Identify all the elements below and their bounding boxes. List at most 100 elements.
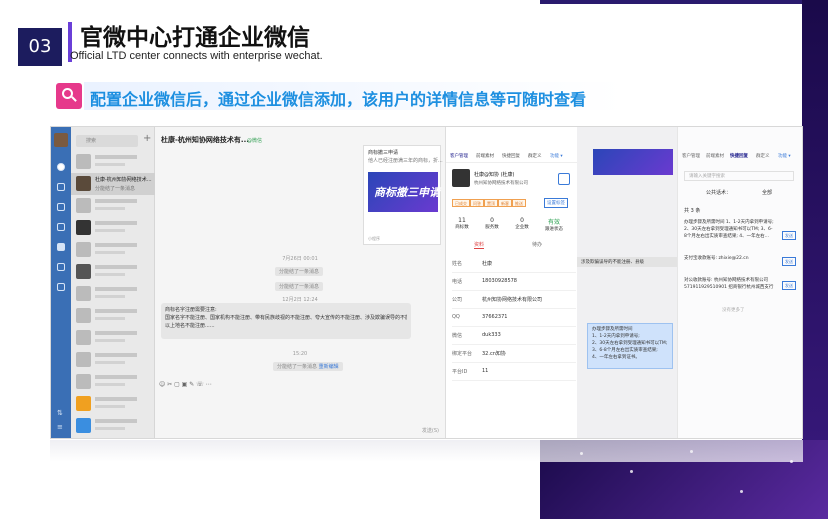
send-button[interactable]: 发送 [782, 257, 796, 266]
message-line: 国家名字不能注册、国家机构不能注册、带有民族歧视的不能注册、夸大宣传的不能注册、… [165, 315, 407, 321]
chat-toolbar[interactable]: ☺ ✂ ▢ ▣ ✎ ☏ ⋯ [159, 381, 212, 388]
field-row: 绑定平台 32.cn知协 [452, 345, 576, 363]
tab-materials[interactable]: 前端素材 [706, 153, 724, 159]
message-line: 以上地名不能注册...... [165, 323, 215, 329]
tab-function[interactable]: 功能 ▾ [778, 153, 791, 159]
edit-icon[interactable] [558, 173, 570, 185]
filter-select[interactable]: 全部 [762, 189, 772, 196]
set-tag-button[interactable]: 设置标签 [544, 198, 568, 208]
reply-item: 办理步骤及所需时间 1、1-2天内拿到申请号; 2、30天左右拿到受理通知书可以… [684, 220, 774, 239]
screenshot-reflection [50, 440, 803, 462]
send-button[interactable]: 发送 [782, 281, 796, 290]
folder-icon[interactable] [57, 283, 65, 291]
doc-icon[interactable] [57, 203, 65, 211]
menu-icon[interactable]: ≡ [57, 423, 65, 431]
add-icon[interactable]: + [143, 133, 151, 144]
list-item-preview: 分能结了一条消息 [95, 186, 136, 192]
wecom-icon[interactable] [57, 243, 65, 251]
send-button[interactable]: 发送(S) [422, 427, 439, 434]
chat-title: 杜康-杭州知协网络技术有... [161, 136, 249, 144]
subtab-todo[interactable]: 待办 [532, 241, 542, 248]
list-item[interactable] [71, 393, 155, 415]
no-more-text: 没有更多了 [722, 308, 745, 313]
star-dot [740, 490, 743, 493]
customer-avatar [452, 169, 470, 187]
subtab-info[interactable]: 资料 [474, 241, 485, 249]
customer-tag: 已成交 [452, 199, 470, 207]
list-item-name: 杜康-杭州知协网络技术... [95, 177, 152, 183]
reply-item: 支付宝收款账号: zhixie@22.cn [684, 256, 749, 261]
list-item[interactable] [71, 195, 155, 217]
message-line: 商标名字注册需要注意: [165, 307, 217, 313]
tab-group[interactable]: 群定义 [756, 153, 770, 159]
system-message: 分能结了一条消息 [275, 267, 324, 276]
list-item[interactable] [71, 239, 155, 261]
profile-tabs: 客户管理 前端素材 快捷回复 群定义 功能 ▾ [446, 151, 578, 163]
chat-source-tag: @微信 [247, 138, 263, 144]
chat-message[interactable]: 商标名字注册需要注意: 国家名字不能注册、国家机构不能注册、带有民族歧视的不能注… [161, 303, 411, 339]
field-row: 公司 杭州知协网络技术有限公司 [452, 291, 576, 309]
timestamp: 12月2日 12:24 [282, 297, 318, 303]
list-item[interactable] [71, 327, 155, 349]
system-message-text: 分能结了一条消息 [277, 364, 318, 370]
quick-reply-panel: 客户管理 前端素材 快捷回复 群定义 功能 ▾ 请输入关键字搜索 公共话术： 全… [677, 127, 802, 438]
tab-materials[interactable]: 前端素材 [476, 153, 494, 159]
contacts-icon[interactable] [57, 183, 65, 191]
filter-label: 公共话术： [706, 190, 732, 196]
card-title: 商标撤三申请 [368, 150, 399, 156]
result-count: 共 3 条 [684, 208, 701, 214]
chat-window: 杜康-杭州知协网络技术有... @微信 商标撤三申请 他人已经注册满三年的商标，… [155, 127, 445, 438]
field-row: 微信 duk333 [452, 327, 576, 345]
search-input[interactable]: 搜索 [76, 135, 138, 147]
customer-company: 杭州知协网络技术有限公司 [474, 181, 528, 186]
card-source: 小程序 [368, 236, 380, 241]
send-button[interactable]: 发送 [782, 231, 796, 240]
settings-icon[interactable]: ⇅ [57, 409, 65, 417]
customer-tag: 置顶 [484, 199, 498, 207]
chat-icon[interactable] [57, 163, 65, 171]
list-item[interactable] [71, 371, 155, 393]
tab-customer[interactable]: 客户管理 [450, 153, 468, 159]
tab-quick-reply[interactable]: 快捷回复 [730, 153, 748, 159]
search-input[interactable]: 请输入关键字搜索 [684, 171, 794, 181]
cube-icon[interactable] [57, 263, 65, 271]
list-item[interactable] [71, 283, 155, 305]
re-edit-link[interactable]: 重新编辑 [319, 364, 339, 370]
page-title: 官微中心打通企业微信 [80, 25, 310, 51]
wechat-screenshot: ⇅ ≡ 搜索 + 杜康-杭州知协网络技术... 分能结了一条消息 杜康-杭州知协… [50, 126, 803, 439]
sent-message: 办理步骤及所需时间 1、1-2天内拿到申请号; 2、30天左右拿到受理通知书可以… [587, 323, 673, 369]
list-item[interactable] [71, 415, 155, 437]
list-item[interactable] [71, 349, 155, 371]
banner-text: 配置企业微信后，通过企业微信添加，该用户的详情信息等可随时查看 [90, 90, 587, 109]
list-item[interactable] [71, 305, 155, 327]
tab-group[interactable]: 群定义 [528, 153, 542, 159]
conversation-list: 搜索 + 杜康-杭州知协网络技术... 分能结了一条消息 [71, 127, 155, 438]
search-document-icon [56, 83, 82, 109]
system-message: 分能结了一条消息 [275, 282, 324, 291]
left-nav: ⇅ ≡ [51, 127, 71, 438]
card-logo-text: 商标撤三申请 [374, 186, 440, 199]
customer-tag: 推送 [512, 199, 526, 207]
stat-companies: 0 企业数 [515, 217, 529, 230]
miniprogram-card[interactable]: 商标撤三申请 他人已经注册满三年的商标，折... 商标撤三申请 小程序 [363, 145, 443, 245]
tab-function[interactable]: 功能 ▾ [550, 153, 563, 159]
grid-icon[interactable] [57, 223, 65, 231]
star-dot [630, 470, 633, 473]
stat-services: 0 服务数 [485, 217, 499, 230]
reply-item: 对公收款账号: 杭州知协网络技术有限公司 571911929510901 招商银… [684, 278, 774, 290]
timestamp: 15:20 [292, 351, 308, 357]
card-image [593, 149, 673, 175]
customer-tag: 问答 [470, 199, 484, 207]
system-message: 分能结了一条消息 重新编辑 [273, 362, 343, 371]
avatar[interactable] [54, 133, 68, 147]
stat-follow-status: 有效 跟进状态 [545, 219, 563, 232]
list-item-selected[interactable]: 杜康-杭州知协网络技术... 分能结了一条消息 [71, 173, 155, 195]
tab-customer[interactable]: 客户管理 [682, 153, 700, 159]
tab-quick-reply[interactable]: 快捷回复 [502, 153, 520, 159]
list-item[interactable] [71, 217, 155, 239]
list-item[interactable] [71, 261, 155, 283]
list-item[interactable] [71, 151, 155, 173]
chat-message: 涉及欺骗误导的不能注册、县级 [577, 257, 677, 267]
customer-tag: 新客 [498, 199, 512, 207]
second-screenshot: 涉及欺骗误导的不能注册、县级 办理步骤及所需时间 1、1-2天内拿到申请号; 2… [577, 127, 802, 438]
